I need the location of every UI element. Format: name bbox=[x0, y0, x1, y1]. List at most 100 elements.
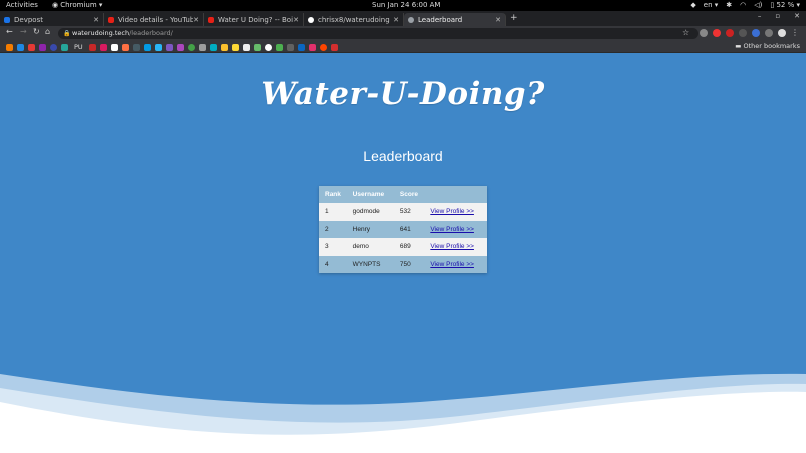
tab-github[interactable]: chrisx8/waterudoing ✕ bbox=[304, 13, 404, 26]
bookmark-icon[interactable] bbox=[143, 43, 151, 51]
column-header-username: Username bbox=[346, 186, 394, 203]
bookmark-icon[interactable] bbox=[220, 43, 228, 51]
tab-devpost[interactable]: Devpost ✕ bbox=[0, 13, 104, 26]
other-bookmarks-folder[interactable]: ▬ Other bookmarks bbox=[735, 42, 800, 50]
extension-icon[interactable] bbox=[726, 29, 734, 37]
back-icon[interactable]: ← bbox=[6, 27, 13, 36]
bookmark-icon[interactable] bbox=[28, 43, 35, 51]
forward-icon[interactable]: → bbox=[20, 27, 27, 36]
score-cell: 641 bbox=[393, 220, 425, 238]
bookmark-icon[interactable] bbox=[121, 43, 129, 51]
battery-indicator[interactable]: ▯ 52 % ▾ bbox=[770, 1, 800, 9]
bookmark-icon[interactable] bbox=[330, 43, 338, 51]
reddit-bookmark-icon[interactable] bbox=[319, 43, 327, 51]
github-favicon-icon bbox=[308, 16, 314, 23]
bookmark-folder-pu[interactable]: PU bbox=[74, 43, 83, 51]
bookmark-icon[interactable] bbox=[198, 43, 206, 51]
rank-cell: 1 bbox=[319, 203, 347, 221]
app-menu[interactable]: ◉ Chromium ▾ bbox=[52, 1, 102, 9]
view-profile-link[interactable]: View Profile >> bbox=[430, 208, 474, 215]
volume-icon[interactable]: ◁) bbox=[754, 1, 762, 9]
bookmark-icon[interactable] bbox=[187, 43, 195, 51]
tab-youtube[interactable]: Video details - YouTube S ✕ bbox=[104, 13, 204, 26]
profile-link-cell: View Profile >> bbox=[424, 203, 487, 221]
close-tab-icon[interactable]: ✕ bbox=[495, 16, 501, 24]
score-cell: 689 bbox=[393, 238, 425, 256]
bookmark-icon[interactable] bbox=[6, 43, 13, 51]
new-tab-button[interactable]: + bbox=[510, 13, 518, 23]
bookmark-icon[interactable] bbox=[242, 43, 250, 51]
bookmark-star-icon[interactable]: ☆ bbox=[682, 28, 689, 37]
profile-avatar-icon[interactable] bbox=[778, 29, 786, 37]
linkedin-bookmark-icon[interactable] bbox=[297, 43, 305, 51]
tab-title: Video details - YouTube S bbox=[118, 15, 194, 24]
bookmark-icon[interactable] bbox=[253, 43, 261, 51]
score-cell: 532 bbox=[393, 203, 425, 221]
score-cell: 750 bbox=[393, 255, 425, 273]
bookmark-icon[interactable] bbox=[286, 43, 294, 51]
devpost-favicon-icon bbox=[4, 16, 10, 23]
shield-icon[interactable] bbox=[752, 29, 760, 37]
extension-icon[interactable] bbox=[700, 29, 708, 37]
extension-icon[interactable] bbox=[739, 29, 747, 37]
column-header-rank: Rank bbox=[319, 186, 347, 203]
table-row: 4 WYNPTS 750 View Profile >> bbox=[319, 255, 487, 273]
close-tab-icon[interactable]: ✕ bbox=[293, 16, 299, 24]
bookmark-icon[interactable] bbox=[231, 43, 239, 51]
puzzle-icon[interactable] bbox=[765, 29, 773, 37]
lock-icon[interactable]: 🔒 bbox=[63, 28, 70, 39]
bookmark-icon[interactable] bbox=[88, 43, 96, 51]
bookmark-icon[interactable] bbox=[154, 43, 162, 51]
bookmark-icon[interactable] bbox=[176, 43, 184, 51]
brightness-icon[interactable]: ✱ bbox=[726, 1, 732, 9]
maximize-icon[interactable]: ▫ bbox=[775, 12, 780, 20]
table-row: 3 demo 689 View Profile >> bbox=[319, 238, 487, 256]
url-domain: waterudoing.tech bbox=[72, 29, 130, 37]
home-icon[interactable]: ⌂ bbox=[45, 27, 50, 36]
os-top-bar: Activities ◉ Chromium ▾ Sun Jan 24 6:00 … bbox=[0, 0, 806, 11]
wifi-icon[interactable]: ◠ bbox=[740, 1, 746, 9]
bookmark-icon[interactable] bbox=[50, 43, 57, 51]
youtube-favicon-icon bbox=[208, 16, 214, 23]
table-row: 2 Henry 641 View Profile >> bbox=[319, 220, 487, 238]
username-cell: godmode bbox=[346, 203, 394, 221]
extension-icon[interactable] bbox=[713, 29, 721, 37]
username-cell: demo bbox=[346, 238, 394, 256]
reload-icon[interactable]: ↻ bbox=[33, 27, 40, 36]
github-bookmark-icon[interactable] bbox=[264, 43, 272, 51]
table-row: 1 godmode 532 View Profile >> bbox=[319, 203, 487, 221]
close-tab-icon[interactable]: ✕ bbox=[93, 16, 99, 24]
bookmark-icon[interactable] bbox=[209, 43, 217, 51]
tab-boiler[interactable]: Water U Doing? -- Boiler ✕ bbox=[204, 13, 304, 26]
bookmark-icon[interactable] bbox=[132, 43, 140, 51]
address-bar[interactable]: 🔒 waterudoing.tech/leaderboard/ bbox=[58, 28, 698, 39]
rank-cell: 4 bbox=[319, 255, 347, 273]
view-profile-link[interactable]: View Profile >> bbox=[430, 243, 474, 250]
url-path: /leaderboard/ bbox=[129, 29, 173, 37]
language-label: en bbox=[703, 1, 713, 9]
bookmark-icon[interactable] bbox=[275, 43, 283, 51]
instagram-bookmark-icon[interactable] bbox=[308, 43, 316, 51]
close-window-icon[interactable]: ✕ bbox=[794, 12, 800, 20]
view-profile-link[interactable]: View Profile >> bbox=[430, 226, 474, 233]
minimize-icon[interactable]: – bbox=[758, 12, 762, 20]
tab-leaderboard[interactable]: Leaderboard ✕ bbox=[404, 13, 506, 26]
tab-title: Water U Doing? -- Boiler bbox=[218, 15, 294, 24]
clock[interactable]: Sun Jan 24 6:00 AM bbox=[372, 1, 440, 9]
bookmark-icon[interactable] bbox=[39, 43, 46, 51]
activities-button[interactable]: Activities bbox=[6, 1, 38, 9]
bookmark-icon[interactable] bbox=[99, 43, 107, 51]
close-tab-icon[interactable]: ✕ bbox=[393, 16, 399, 24]
profile-link-cell: View Profile >> bbox=[424, 238, 487, 256]
tab-title: chrisx8/waterudoing bbox=[318, 15, 390, 24]
bookmark-icon[interactable] bbox=[17, 43, 24, 51]
bookmark-icon[interactable] bbox=[165, 43, 173, 51]
language-indicator[interactable]: en ▾ bbox=[704, 1, 719, 9]
bookmark-icon[interactable] bbox=[61, 43, 68, 51]
bookmark-icon[interactable] bbox=[110, 43, 118, 51]
menu-kebab-icon[interactable]: ⋮ bbox=[791, 29, 799, 37]
dropbox-icon[interactable]: ◆ bbox=[690, 1, 695, 9]
view-profile-link[interactable]: View Profile >> bbox=[430, 261, 474, 268]
rank-cell: 3 bbox=[319, 238, 347, 256]
close-tab-icon[interactable]: ✕ bbox=[193, 16, 199, 24]
